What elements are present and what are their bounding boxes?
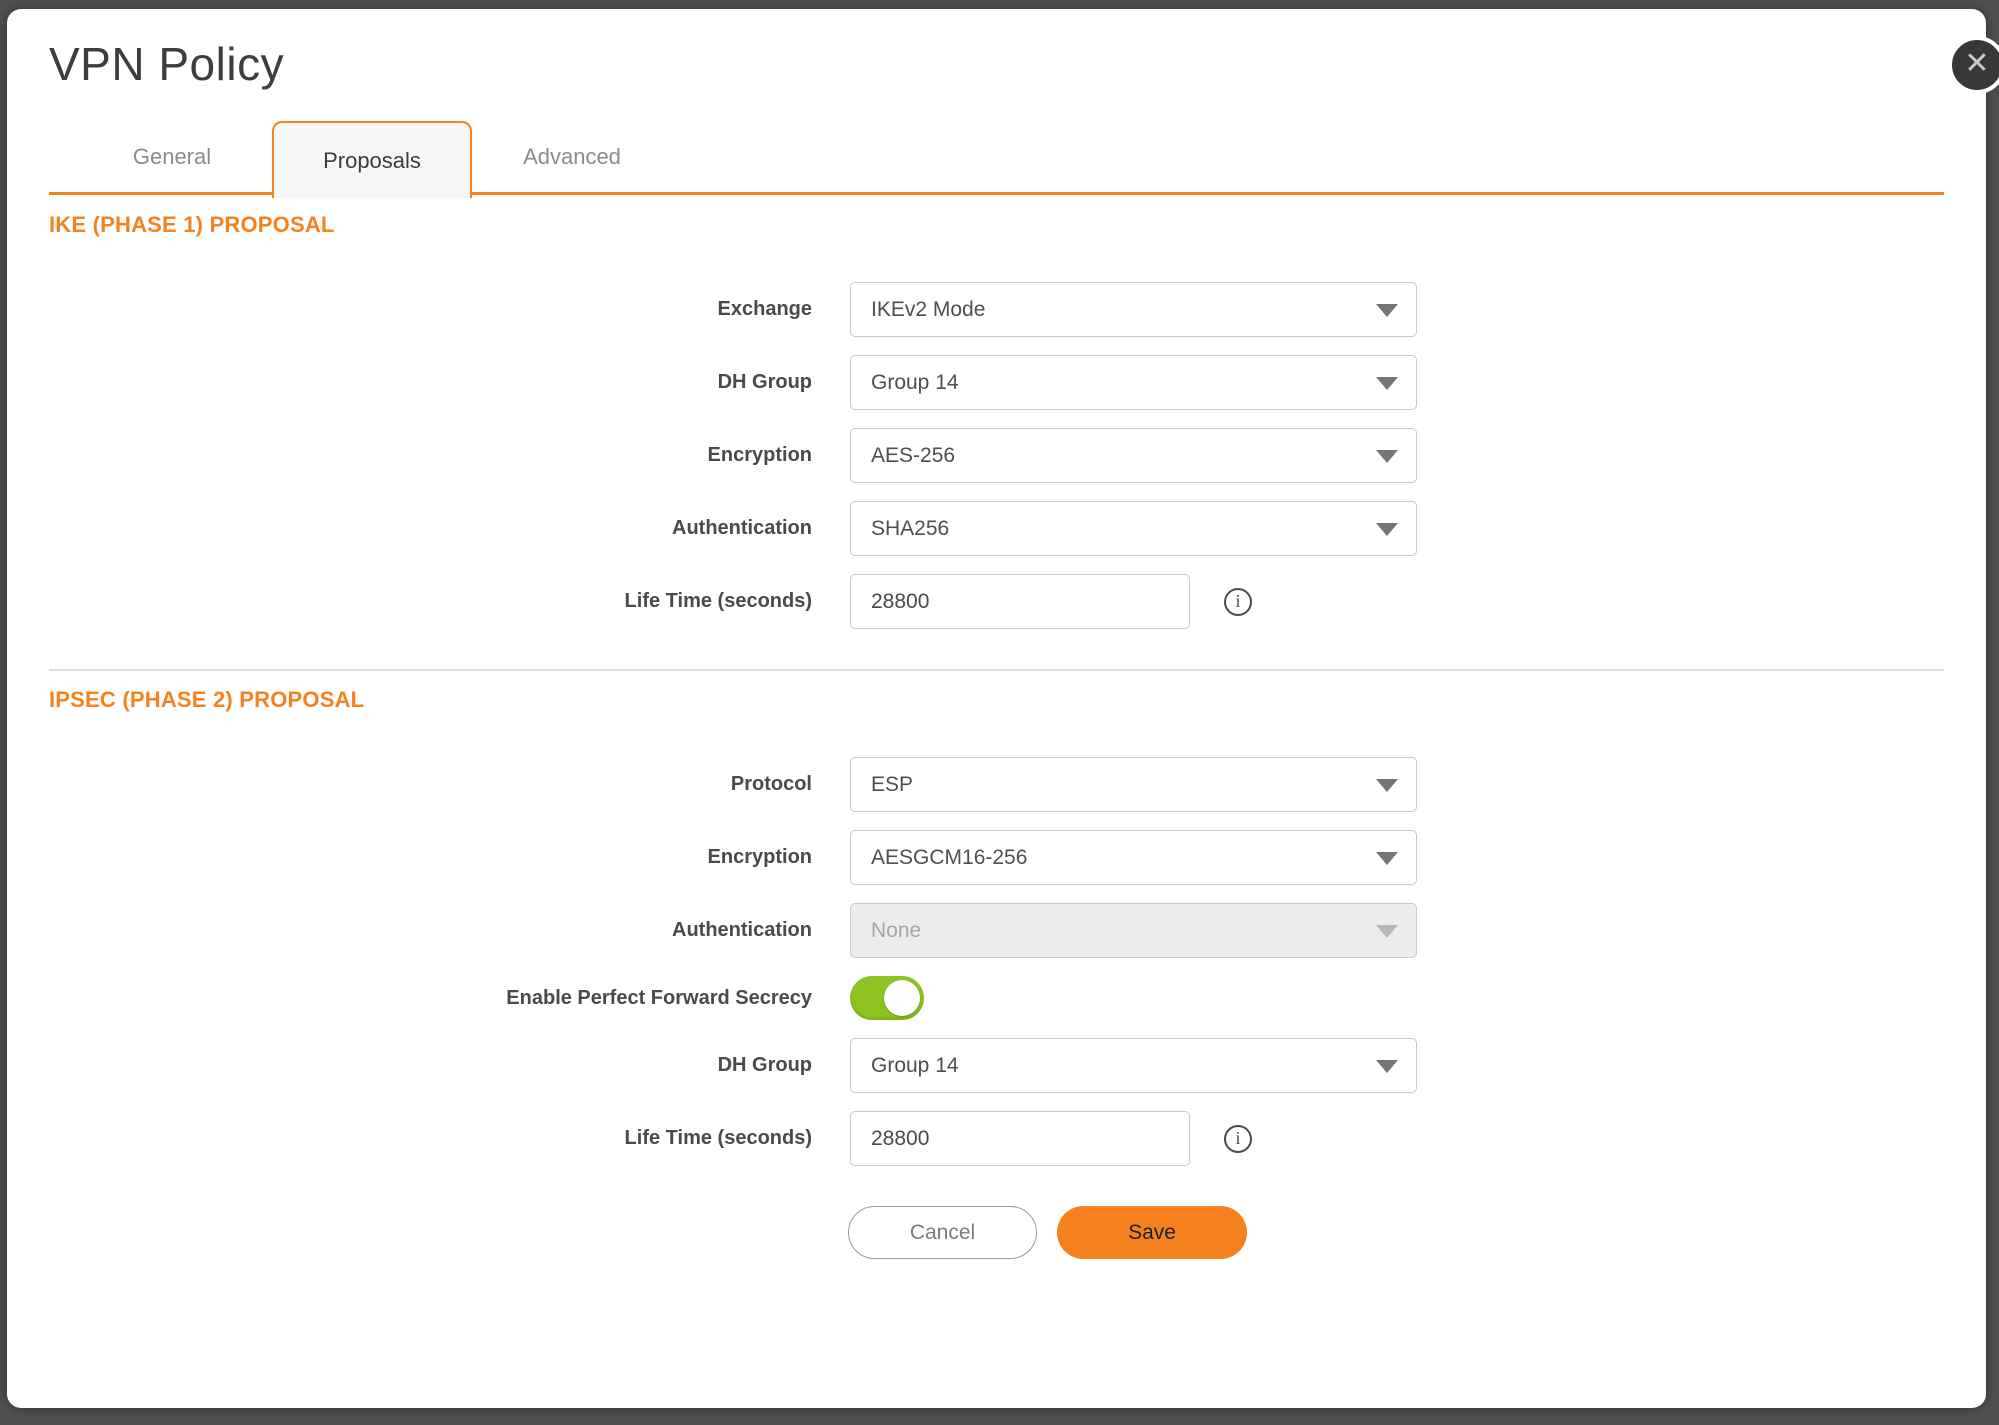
exchange-select[interactable]: IKEv2 Mode	[850, 282, 1417, 337]
page-title: VPN Policy	[49, 37, 1944, 91]
cancel-button[interactable]: Cancel	[848, 1206, 1037, 1259]
ipsec-encryption-value: AESGCM16-256	[871, 846, 1027, 870]
info-icon[interactable]: i	[1224, 588, 1252, 616]
protocol-label: Protocol	[49, 773, 812, 796]
tab-bar: General Proposals Advanced	[49, 121, 1944, 195]
chevron-down-icon	[1376, 304, 1398, 317]
ipsec-phase2-heading: IPSEC (PHASE 2) PROPOSAL	[49, 687, 1944, 713]
chevron-down-icon	[1376, 1060, 1398, 1073]
ipsec-life-time-row: Life Time (seconds) i	[49, 1111, 1944, 1166]
protocol-select[interactable]: ESP	[850, 757, 1417, 812]
ipsec-life-time-input[interactable]	[850, 1111, 1190, 1166]
ike-phase1-heading: IKE (PHASE 1) PROPOSAL	[49, 212, 1944, 238]
ipsec-life-time-label: Life Time (seconds)	[49, 1127, 812, 1150]
chevron-down-icon	[1376, 523, 1398, 536]
chevron-down-icon	[1376, 779, 1398, 792]
ipsec-dh-group-select[interactable]: Group 14	[850, 1038, 1417, 1093]
chevron-down-icon	[1376, 852, 1398, 865]
ipsec-encryption-label: Encryption	[49, 846, 812, 869]
ipsec-authentication-select: None	[850, 903, 1417, 958]
toggle-knob	[884, 980, 920, 1016]
ipsec-dh-group-row: DH Group Group 14	[49, 1038, 1944, 1093]
tab-general[interactable]: General	[72, 121, 272, 192]
life-time-row: Life Time (seconds) i	[49, 574, 1944, 629]
encryption-label: Encryption	[49, 444, 812, 467]
info-icon[interactable]: i	[1224, 1125, 1252, 1153]
chevron-down-icon	[1376, 377, 1398, 390]
save-button[interactable]: Save	[1057, 1206, 1247, 1259]
dh-group-row: DH Group Group 14	[49, 355, 1944, 410]
ipsec-authentication-label: Authentication	[49, 919, 812, 942]
authentication-label: Authentication	[49, 517, 812, 540]
ipsec-dh-group-label: DH Group	[49, 1054, 812, 1077]
vpn-policy-dialog: VPN Policy General Proposals Advanced IK…	[7, 9, 1986, 1408]
ipsec-authentication-value: None	[871, 919, 921, 943]
chevron-down-icon	[1376, 925, 1398, 938]
life-time-label: Life Time (seconds)	[49, 590, 812, 613]
ipsec-encryption-select[interactable]: AESGCM16-256	[850, 830, 1417, 885]
life-time-input[interactable]	[850, 574, 1190, 629]
dh-group-select[interactable]: Group 14	[850, 355, 1417, 410]
authentication-value: SHA256	[871, 517, 949, 541]
ipsec-dh-group-value: Group 14	[871, 1054, 959, 1078]
section-divider	[49, 669, 1944, 671]
dialog-footer: Cancel Save	[848, 1206, 1944, 1259]
ipsec-encryption-row: Encryption AESGCM16-256	[49, 830, 1944, 885]
encryption-value: AES-256	[871, 444, 955, 468]
pfs-label: Enable Perfect Forward Secrecy	[49, 987, 812, 1010]
protocol-row: Protocol ESP	[49, 757, 1944, 812]
tab-proposals[interactable]: Proposals	[272, 121, 472, 198]
chevron-down-icon	[1376, 450, 1398, 463]
encryption-row: Encryption AES-256	[49, 428, 1944, 483]
encryption-select[interactable]: AES-256	[850, 428, 1417, 483]
authentication-select[interactable]: SHA256	[850, 501, 1417, 556]
pfs-row: Enable Perfect Forward Secrecy	[49, 976, 1944, 1020]
pfs-toggle[interactable]	[850, 976, 924, 1020]
exchange-value: IKEv2 Mode	[871, 298, 985, 322]
protocol-value: ESP	[871, 773, 913, 797]
authentication-row: Authentication SHA256	[49, 501, 1944, 556]
dh-group-label: DH Group	[49, 371, 812, 394]
close-icon[interactable]: ✕	[1948, 36, 1999, 94]
exchange-label: Exchange	[49, 298, 812, 321]
exchange-row: Exchange IKEv2 Mode	[49, 282, 1944, 337]
dh-group-value: Group 14	[871, 371, 959, 395]
ipsec-authentication-row: Authentication None	[49, 903, 1944, 958]
tab-advanced[interactable]: Advanced	[472, 121, 672, 192]
